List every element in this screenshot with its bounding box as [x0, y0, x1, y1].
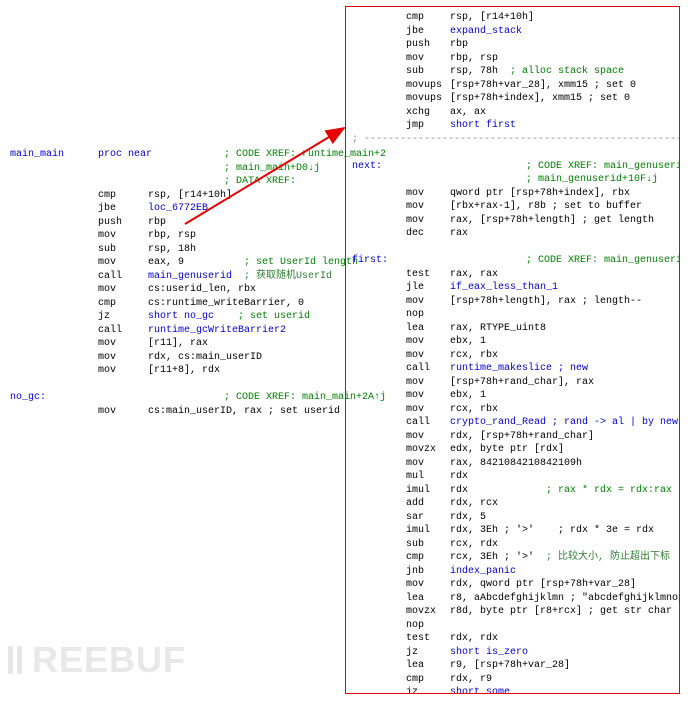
asm-row: callruntime_makeslice ; new — [352, 362, 673, 376]
asm-row: movrdx, [rsp+78h+rand_char] — [352, 430, 673, 444]
asm-row: imulrdx, 3Eh ; '>' ; rdx * 3e = rdx — [352, 524, 673, 538]
asm-row: learax, RTYPE_uint8 — [352, 322, 673, 336]
asm-row: mov[rsp+78h+rand_char], rax — [352, 376, 673, 390]
asm-row: callcrypto_rand_Read ; rand -> al | by n… — [352, 416, 673, 430]
asm-row: cmpcs:runtime_writeBarrier, 0 — [10, 297, 386, 311]
xref-line: ; DATA XREF: — [10, 175, 386, 189]
asm-row: movrdx, qword ptr [rsp+78h+var_28] — [352, 578, 673, 592]
asm-row: movrax, [rsp+78h+length] ; get length — [352, 214, 673, 228]
asm-row: jzshort some — [352, 686, 673, 694]
asm-row: jzshort is_zero — [352, 646, 673, 660]
asm-row: movzxr8d, byte ptr [r8+rcx] ; get str ch… — [352, 605, 673, 619]
asm-row: movcs:userid_len, rbx — [10, 283, 386, 297]
right-disassembly-panel: cmprsp, [r14+10h]jbeexpand_stackpushrbpm… — [345, 6, 680, 694]
separator: ; --------------------------------------… — [352, 133, 673, 147]
asm-row: mov[r11], rax — [10, 337, 386, 351]
asm-row: xchgax, ax — [352, 106, 673, 120]
asm-row: nop — [352, 619, 673, 633]
watermark: REEBUF — [8, 636, 186, 687]
asm-row: testrax, rax — [352, 268, 673, 282]
asm-row: mulrdx — [352, 470, 673, 484]
asm-row: addrdx, rcx — [352, 497, 673, 511]
asm-row: moveax, 9 ; set UserId length — [10, 256, 386, 270]
disassembly-canvas: REEBUF main_mainproc near ; CODE XREF: r… — [0, 0, 690, 701]
asm-row: movrcx, rbx — [352, 403, 673, 417]
label-row: no_gc: ; CODE XREF: main_main+2A↑j — [10, 391, 386, 405]
asm-row: subrcx, rdx — [352, 538, 673, 552]
asm-row: movups[rsp+78h+var_28], xmm15 ; set 0 — [352, 79, 673, 93]
asm-row: pushrbp — [352, 38, 673, 52]
asm-row: movebx, 1 — [352, 335, 673, 349]
asm-row: mov[rbx+rax-1], r8b ; set to buffer — [352, 200, 673, 214]
asm-row: movrax, 8421084210842109h — [352, 457, 673, 471]
asm-row: movups[rsp+78h+index], xmm15 ; set 0 — [352, 92, 673, 106]
asm-row: movcs:main_userID, rax ; set userid — [10, 405, 386, 419]
asm-row: lear9, [rsp+78h+var_28] — [352, 659, 673, 673]
asm-row: mov[r11+8], rdx — [10, 364, 386, 378]
asm-row: testrdx, rdx — [352, 632, 673, 646]
func-header: main_mainproc near ; CODE XREF: runtime_… — [10, 148, 386, 162]
asm-row: movqword ptr [rsp+78h+index], rbx — [352, 187, 673, 201]
asm-row: sarrdx, 5 — [352, 511, 673, 525]
asm-row: jzshort no_gc ; set userid — [10, 310, 386, 324]
asm-row: movrbp, rsp — [352, 52, 673, 66]
asm-row: callmain_genuserid ; 获取随机UserId — [10, 270, 386, 284]
asm-row: cmprsp, [r14+10h] — [352, 11, 673, 25]
watermark-logo-icon — [8, 638, 26, 687]
asm-row: subrsp, 78h ; alloc stack space — [352, 65, 673, 79]
asm-row: movzxedx, byte ptr [rdx] — [352, 443, 673, 457]
asm-row: imulrdx ; rax * rdx = rdx:rax — [352, 484, 673, 498]
asm-row: movrcx, rbx — [352, 349, 673, 363]
asm-row: movrbp, rsp — [10, 229, 386, 243]
asm-row: movrdx, cs:main_userID — [10, 351, 386, 365]
asm-row: pushrbp — [10, 216, 386, 230]
asm-row: movebx, 1 — [352, 389, 673, 403]
asm-row: nop — [352, 308, 673, 322]
xref-line: ; main_main+D0↓j — [10, 162, 386, 176]
asm-row: cmprsp, [r14+10h] — [10, 189, 386, 203]
asm-row: subrsp, 18h — [10, 243, 386, 257]
asm-row: jbeloc_6772EB — [10, 202, 386, 216]
asm-row: lear8, aAbcdefghijklmn ; "abcdefghijklmn… — [352, 592, 673, 606]
asm-row: callruntime_gcWriteBarrier2 — [10, 324, 386, 338]
asm-row: jbeexpand_stack — [352, 25, 673, 39]
asm-row: mov[rsp+78h+length], rax ; length-- — [352, 295, 673, 309]
asm-row: decrax — [352, 227, 673, 241]
asm-row — [10, 378, 386, 392]
left-disassembly: main_mainproc near ; CODE XREF: runtime_… — [10, 148, 386, 418]
xref-line: ; main_genuserid+10F↓j — [352, 173, 673, 187]
watermark-text: REEBUF — [32, 639, 186, 680]
label-row: first: ; CODE XREF: main_genuserid+20↑j — [352, 254, 673, 268]
label-row: next: ; CODE XREF: main_genuserid+E3↓j — [352, 160, 673, 174]
asm-row: jleif_eax_less_than_1 — [352, 281, 673, 295]
asm-row: jnbindex_panic — [352, 565, 673, 579]
asm-row: cmprcx, 3Eh ; '>' ; 比较大小, 防止超出下标 — [352, 551, 673, 565]
right-inner: cmprsp, [r14+10h]jbeexpand_stackpushrbpm… — [346, 7, 679, 694]
asm-row: cmprdx, r9 — [352, 673, 673, 687]
asm-row: jmpshort first — [352, 119, 673, 133]
